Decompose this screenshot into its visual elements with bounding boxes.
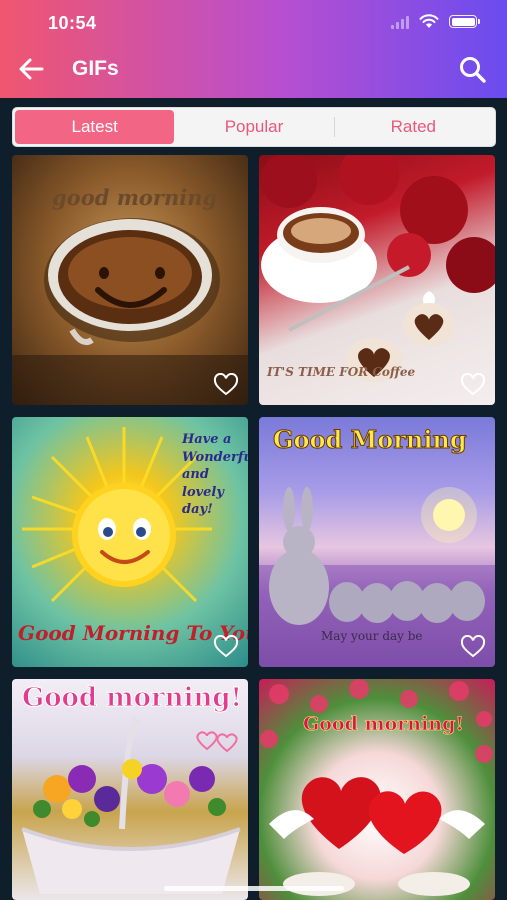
gif-caption-side: Have a Wonderful and lovely day! (182, 432, 248, 518)
tab-rated[interactable]: Rated (333, 110, 493, 144)
heart-outline-icon[interactable] (460, 373, 486, 397)
gif-card[interactable]: Good morning! (259, 679, 495, 900)
battery-icon (449, 15, 480, 28)
heart-outline-icon[interactable] (460, 635, 486, 659)
home-indicator[interactable] (164, 886, 344, 891)
heart-outline-icon[interactable] (213, 635, 239, 659)
gif-caption: IT'S TIME FOR Coffee (267, 365, 416, 379)
wifi-icon (419, 14, 439, 28)
tab-popular[interactable]: Popular (174, 110, 333, 144)
gif-category-tabs: Latest Popular Rated (12, 107, 496, 147)
app-header: 10:54 GIFs (0, 0, 507, 98)
gif-card[interactable]: Good Morning May your day be (259, 417, 495, 667)
gif-caption: Good Morning (273, 425, 468, 455)
tab-latest[interactable]: Latest (15, 110, 175, 144)
gif-card[interactable]: IT'S TIME FOR Coffee (259, 155, 495, 405)
gif-card[interactable]: Good morning! (12, 679, 248, 900)
status-time: 10:54 (48, 13, 97, 33)
search-button[interactable] (457, 54, 489, 86)
gif-card[interactable]: good morning (12, 155, 248, 405)
gif-caption: good morning (52, 185, 218, 210)
search-icon (460, 57, 486, 83)
cellular-signal-icon (391, 15, 409, 29)
gif-caption: Good morning! (22, 683, 243, 714)
gif-caption-bottom: May your day be (321, 629, 423, 643)
page-title: GIFs (72, 57, 119, 80)
gif-card[interactable]: Have a Wonderful and lovely day! Good Mo… (12, 417, 248, 667)
gif-caption: Good morning! (303, 713, 464, 736)
status-icons (391, 14, 480, 29)
back-button[interactable] (14, 54, 48, 84)
heart-outline-icon[interactable] (213, 373, 239, 397)
arrow-left-icon (19, 58, 44, 80)
